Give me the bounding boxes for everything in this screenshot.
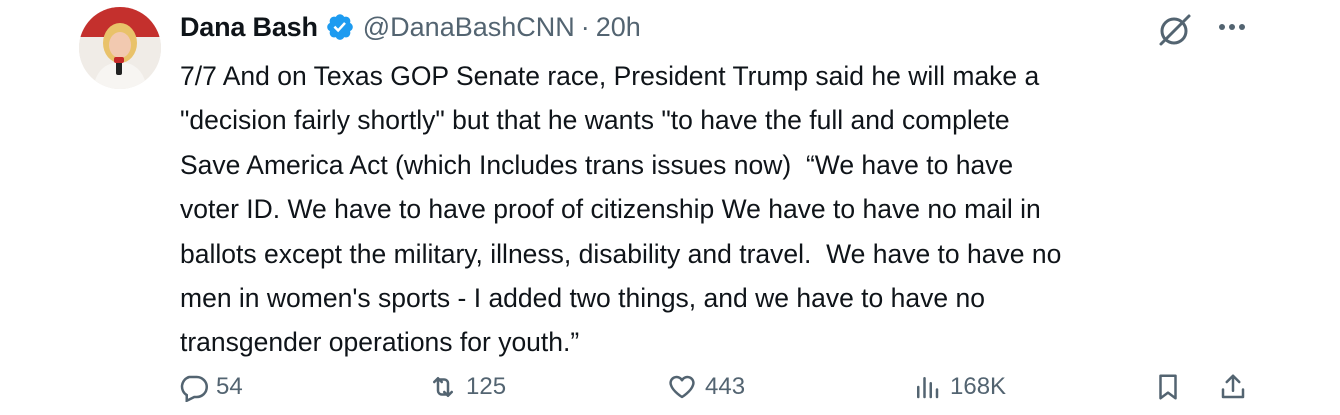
bookmark-icon (1159, 374, 1177, 400)
tweet-text: 7/7 And on Texas GOP Senate race, Presid… (180, 61, 1062, 358)
repost-button[interactable]: 125 (428, 362, 506, 412)
bookmark-button[interactable] (1153, 362, 1183, 412)
tweet-actions: 54 125 443 168K (0, 362, 1340, 412)
grok-icon[interactable] (1155, 10, 1195, 50)
share-icon (1221, 374, 1245, 399)
like-icon (669, 375, 695, 399)
reply-icon (180, 375, 208, 402)
more-icon[interactable] (1212, 12, 1252, 42)
reply-count: 54 (216, 373, 243, 400)
views-button[interactable]: 168K (912, 362, 1006, 412)
author-name[interactable]: Dana Bash (180, 12, 318, 43)
reply-button[interactable]: 54 (178, 362, 243, 412)
repost-icon (433, 377, 453, 397)
author-avatar[interactable] (79, 7, 161, 89)
views-icon (917, 377, 939, 399)
like-count: 443 (705, 373, 746, 400)
repost-count: 125 (466, 373, 507, 400)
timestamp[interactable]: 20h (596, 12, 641, 43)
share-button[interactable] (1218, 362, 1248, 412)
verified-badge-icon (325, 12, 355, 42)
author-handle[interactable]: @DanaBashCNN (363, 12, 575, 43)
tweet-header: Dana Bash @DanaBashCNN · 20h (180, 8, 641, 46)
separator-dot: · (580, 11, 590, 42)
views-count: 168K (950, 373, 1007, 400)
like-button[interactable]: 443 (667, 362, 745, 412)
